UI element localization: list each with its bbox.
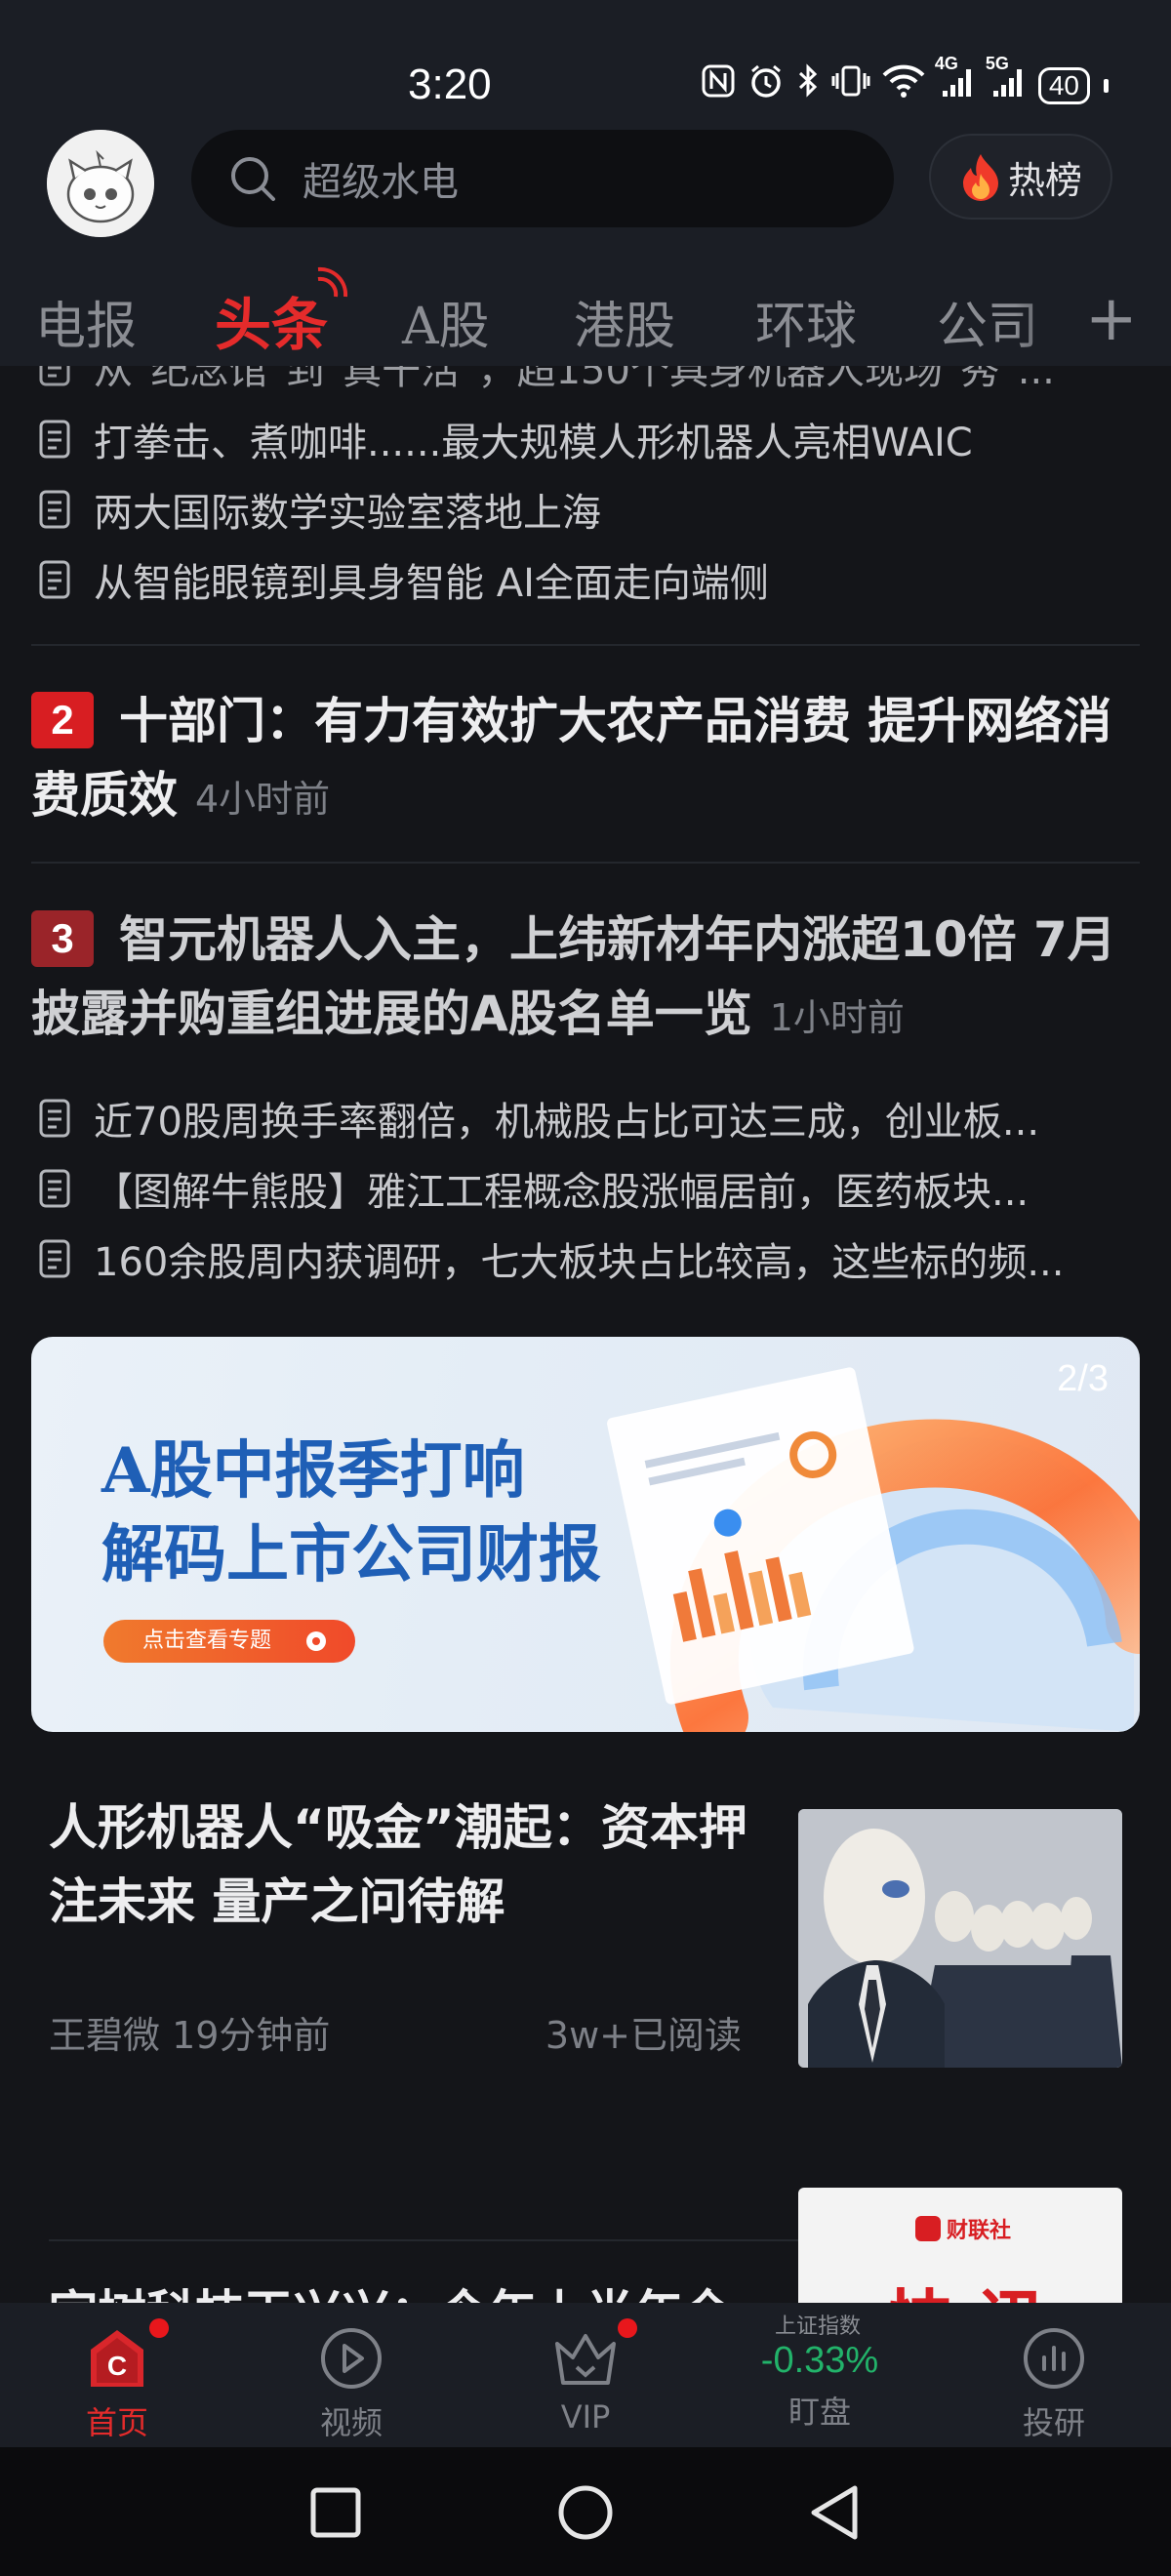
timestamp: 4小时前 (195, 778, 331, 821)
article-title[interactable]: 人形机器人“吸金”潮起：资本押注未来 量产之问待解 (49, 1791, 761, 1939)
author-time: 王碧微 19分钟前 (49, 2014, 331, 2057)
article-thumbnail[interactable] (798, 1809, 1122, 2068)
divider (31, 862, 1140, 864)
flame-icon (962, 154, 998, 201)
back-icon[interactable] (811, 2485, 858, 2540)
tab-hk-shares[interactable]: 港股 (574, 285, 675, 358)
system-nav-buttons (310, 2485, 858, 2540)
signal-4g-icon: 4G (935, 54, 976, 107)
tab-a-shares[interactable]: A股 (402, 285, 490, 358)
status-time: 3:20 (408, 60, 492, 108)
nav-home[interactable]: C 首页 (49, 2318, 185, 2443)
search-placeholder: 超级水电 (303, 160, 459, 205)
signal-4g-label: 4G (934, 54, 958, 73)
related-link[interactable]: 两大国际数学实验室落地上海 (39, 481, 1132, 538)
live-signal-icon (317, 266, 348, 298)
hot-list-button[interactable]: 热榜 (929, 134, 1112, 220)
document-icon (39, 560, 70, 599)
bluetooth-icon (796, 62, 820, 108)
index-value: -0.33% (760, 2340, 879, 2381)
document-icon (39, 366, 70, 386)
thumb-headline: 快讯 (886, 2266, 1066, 2303)
signal-5g-label: 5G (985, 54, 1009, 73)
cat-avatar-icon (47, 130, 154, 237)
system-nav-bar (0, 2447, 1171, 2576)
timestamp: 1小时前 (769, 996, 905, 1039)
home-logo-icon: C (83, 2318, 169, 2393)
nfc-icon (701, 63, 736, 107)
banner-page-indicator: 2/3 (1057, 1358, 1109, 1399)
related-link[interactable]: 从"纪念馆"到"真干活"，超150个具身机器人现场"秀"... (39, 366, 1132, 395)
bottom-nav: C 首页 视频 VIP 上证指数 -0.33% 盯盘 投研 (0, 2303, 1171, 2447)
document-icon (39, 490, 70, 529)
crown-icon (551, 2318, 637, 2393)
nav-vip[interactable]: VIP (517, 2318, 654, 2435)
tab-telegraph[interactable]: 电报 (35, 285, 137, 358)
channel-tabs: 电报 头条 A股 港股 环球 公司 (0, 256, 1171, 366)
promo-banner[interactable]: A股中报季打响 解码上市公司财报 点击查看专题 2/3 (31, 1337, 1140, 1732)
headline-title: 智元机器人入主，上纬新材年内涨超10倍 7月披露并购重组进展的A股名单一览 (31, 911, 1116, 1042)
headline-title: 十部门：有力有效扩大农产品消费 提升网络消费质效 (31, 693, 1112, 824)
signal-5g-icon: 5G (986, 54, 1027, 107)
document-icon (39, 1099, 70, 1138)
avatar[interactable] (47, 130, 154, 237)
related-link[interactable]: 打拳击、煮咖啡......最大规模人形机器人亮相WAIC (39, 411, 1132, 467)
brand-logo-icon (915, 2216, 941, 2241)
play-icon (317, 2324, 385, 2393)
battery-tip (1104, 78, 1109, 93)
thumb-brand: 财联社 (915, 2213, 1011, 2244)
hot-list-label: 热榜 (1007, 158, 1082, 202)
tab-global[interactable]: 环球 (755, 285, 857, 358)
arrow-dot-icon (306, 1631, 326, 1651)
related-link[interactable]: 从智能眼镜到具身智能 AI全面走向端侧 (39, 551, 1132, 608)
related-link[interactable]: 【图解牛熊股】雅江工程概念股涨幅居前，医药板块... (39, 1160, 1132, 1217)
news-feed[interactable]: 从"纪念馆"到"真干活"，超150个具身机器人现场"秀"... 打拳击、煮咖啡.… (0, 366, 1171, 2303)
document-icon (39, 420, 70, 459)
wifi-icon (882, 63, 925, 107)
rank-badge: 2 (31, 692, 94, 748)
nav-research[interactable]: 投研 (986, 2324, 1122, 2443)
notification-dot (618, 2318, 637, 2338)
status-bar: 3:20 4G 5G 40 (0, 0, 1171, 127)
battery-indicator: 40 (1037, 66, 1090, 104)
battery-level: 40 (1048, 69, 1079, 101)
document-icon (39, 1239, 70, 1278)
divider (31, 644, 1140, 646)
recents-icon[interactable] (310, 2487, 361, 2538)
headline-item[interactable]: 3 智元机器人入主，上纬新材年内涨超10倍 7月披露并购重组进展的A股名单一览 1小… (31, 903, 1144, 1055)
article-title[interactable]: 宇树科技王兴兴：今年上半年全国智能机器人行业平均增 (49, 2276, 761, 2303)
read-count: 3w+已阅读 (545, 2014, 742, 2057)
article-meta: 王碧微 19分钟前 3w+已阅读 (49, 2005, 742, 2059)
tabs-fade (1015, 256, 1083, 366)
nav-video[interactable]: 视频 (283, 2324, 420, 2443)
status-icons: 4G 5G 40 (701, 54, 1109, 108)
chart-icon (1020, 2324, 1088, 2393)
related-link[interactable]: 160余股周内获调研，七大板块占比较高，这些标的频... (39, 1230, 1132, 1287)
headline-item[interactable]: 2 十部门：有力有效扩大农产品消费 提升网络消费质效 4小时前 (31, 684, 1144, 836)
add-channel-button[interactable]: + (1085, 283, 1138, 355)
tab-headlines[interactable]: 头条 (215, 279, 328, 361)
index-name: 上证指数 (775, 2314, 862, 2339)
document-icon (39, 1169, 70, 1208)
banner-cta-button[interactable]: 点击查看专题 (103, 1620, 355, 1663)
related-link[interactable]: 近70股周换手率翻倍，机械股占比可达三成，创业板... (39, 1090, 1132, 1147)
vibrate-icon (831, 63, 870, 107)
notification-dot (149, 2318, 169, 2338)
svg-text:C: C (107, 2351, 127, 2381)
article-thumbnail[interactable]: 财联社 快讯 (798, 2188, 1122, 2303)
search-input[interactable]: 超级水电 (191, 130, 894, 227)
rank-badge: 3 (31, 910, 94, 967)
nav-watch[interactable]: 上证指数 -0.33% 盯盘 (751, 2309, 888, 2433)
home-icon[interactable] (558, 2485, 613, 2540)
banner-title: A股中报季打响 解码上市公司财报 (101, 1434, 601, 1591)
robots-image (798, 1809, 1122, 2068)
search-icon (231, 157, 275, 201)
alarm-icon (747, 62, 785, 108)
